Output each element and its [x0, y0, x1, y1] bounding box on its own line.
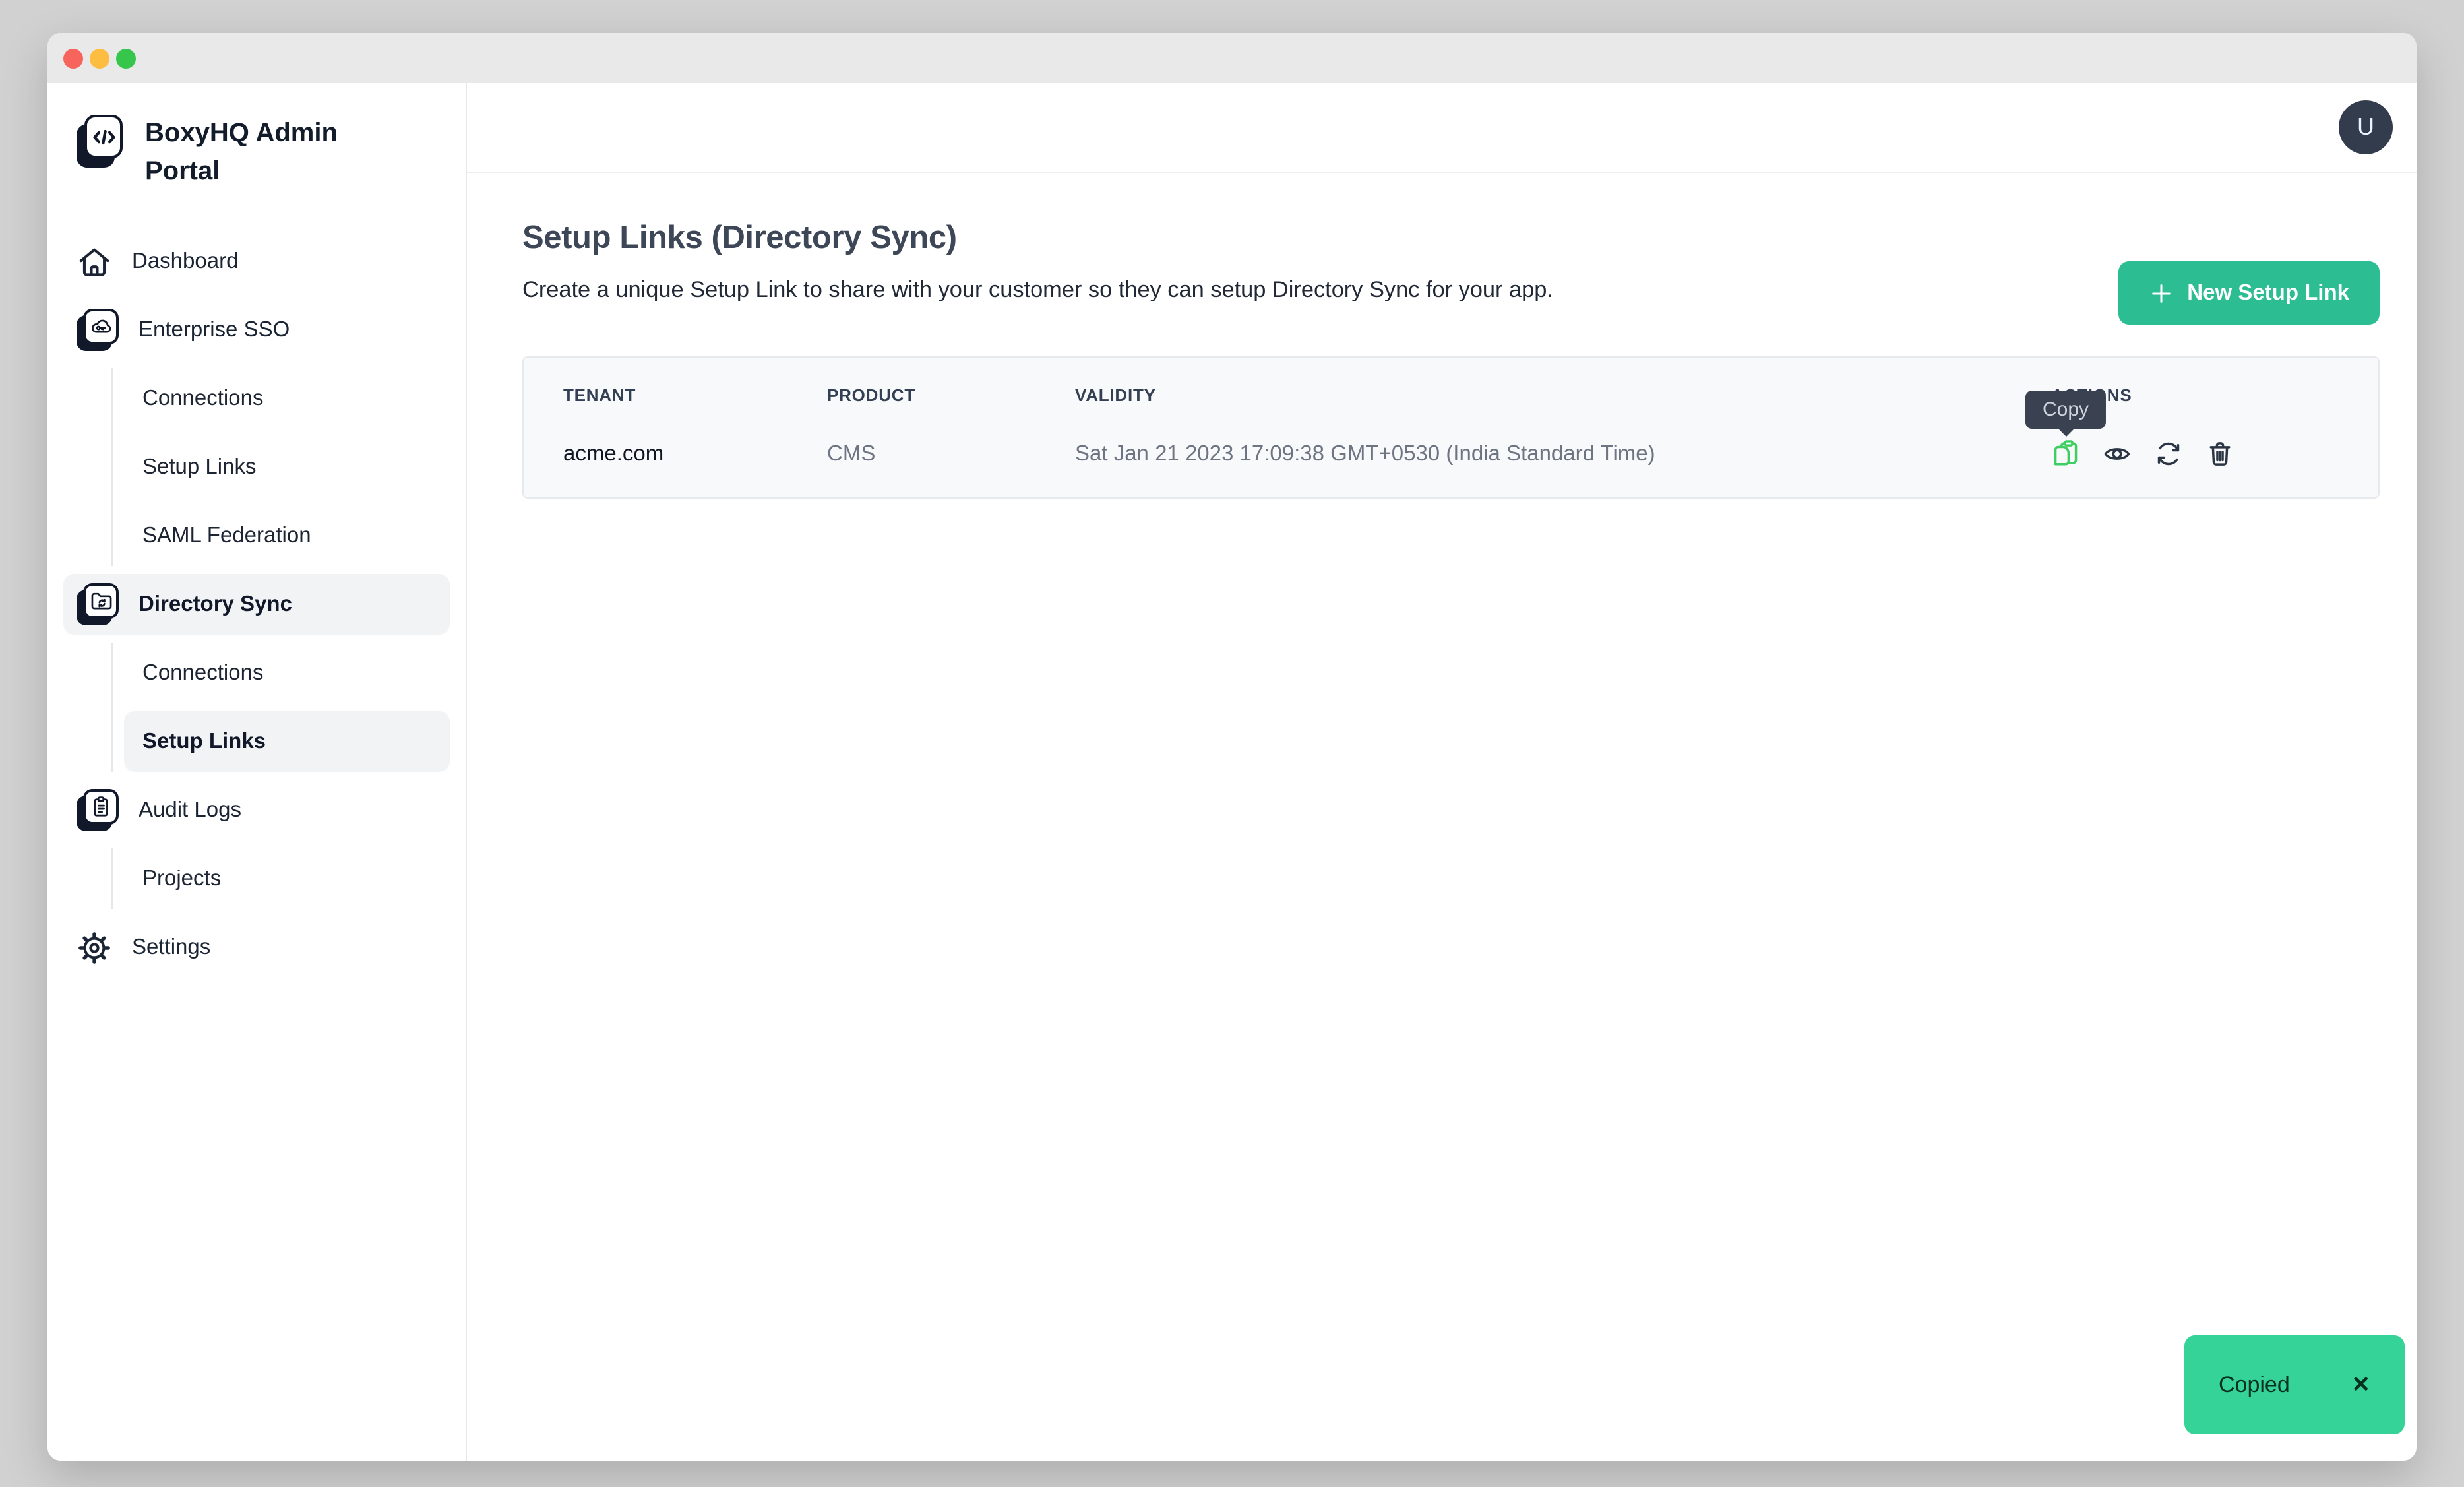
- main-content: Setup Links (Directory Sync) Create a un…: [467, 173, 2417, 1461]
- refresh-icon: [2154, 439, 2183, 468]
- avatar-letter: U: [2357, 113, 2374, 141]
- sidebar-item-sso-setup-links[interactable]: Setup Links: [124, 437, 450, 497]
- plus-icon: [2149, 280, 2174, 305]
- window-zoom-button[interactable]: [116, 48, 136, 68]
- sidebar-item-dsync-connections[interactable]: Connections: [124, 643, 450, 703]
- sidebar-item-label: Setup Links: [142, 729, 266, 754]
- sidebar-item-sso-connections[interactable]: Connections: [124, 368, 450, 429]
- sidebar-item-label: Setup Links: [142, 455, 256, 480]
- folder-sync-icon: [77, 583, 119, 625]
- cloud-key-icon: [77, 309, 119, 351]
- trash-icon: [2205, 439, 2234, 468]
- sidebar: BoxyHQ Admin Portal Dashboard: [47, 83, 467, 1461]
- screen: BoxyHQ Admin Portal Dashboard: [0, 0, 2464, 1487]
- delete-link-button[interactable]: [2205, 439, 2234, 468]
- code-keycap-icon: [77, 115, 124, 168]
- new-setup-link-label: New Setup Link: [2187, 280, 2349, 305]
- cell-tenant: acme.com: [563, 441, 827, 466]
- app-logo[interactable]: BoxyHQ Admin Portal: [63, 110, 450, 191]
- regenerate-link-button[interactable]: [2154, 439, 2183, 468]
- sidebar-nav: Dashboard Enterprise SSO: [63, 231, 450, 978]
- sidebar-item-dashboard[interactable]: Dashboard: [63, 231, 450, 292]
- sidebar-item-audit-logs[interactable]: Audit Logs: [63, 780, 450, 840]
- setup-links-table: TENANT PRODUCT VALIDITY ACTIONS acme.com…: [522, 356, 2380, 499]
- gear-icon: [77, 930, 112, 965]
- page-description: Create a unique Setup Link to share with…: [522, 276, 2380, 303]
- sidebar-item-label: Dashboard: [132, 249, 238, 274]
- sidebar-item-label: SAML Federation: [142, 523, 311, 548]
- sidebar-item-label: Audit Logs: [139, 798, 241, 823]
- copy-tooltip: Copy: [2025, 391, 2106, 429]
- copy-link-button[interactable]: Copy: [2051, 439, 2080, 468]
- sidebar-item-dsync-setup-links[interactable]: Setup Links: [124, 711, 450, 772]
- column-header-tenant: TENANT: [563, 385, 827, 405]
- user-avatar[interactable]: U: [2339, 100, 2393, 154]
- new-setup-link-button[interactable]: New Setup Link: [2118, 261, 2380, 325]
- row-actions: Copy: [2051, 439, 2339, 468]
- window-close-button[interactable]: [63, 48, 83, 68]
- cell-product: CMS: [827, 441, 1075, 466]
- page-title: Setup Links (Directory Sync): [522, 220, 2380, 257]
- app-title: BoxyHQ Admin Portal: [145, 115, 356, 191]
- sidebar-item-enterprise-sso[interactable]: Enterprise SSO: [63, 300, 450, 360]
- home-icon: [77, 243, 112, 279]
- column-header-validity: VALIDITY: [1075, 385, 2051, 405]
- sidebar-item-label: Settings: [132, 935, 210, 960]
- view-link-button[interactable]: [2103, 439, 2132, 468]
- sidebar-item-saml-federation[interactable]: SAML Federation: [124, 505, 450, 566]
- clipboard-list-icon: [77, 789, 119, 831]
- sidebar-item-label: Connections: [142, 660, 263, 685]
- column-header-product: PRODUCT: [827, 385, 1075, 405]
- cell-validity: Sat Jan 21 2023 17:09:38 GMT+0530 (India…: [1075, 441, 2051, 466]
- app-window: BoxyHQ Admin Portal Dashboard: [47, 33, 2417, 1461]
- close-icon[interactable]: ✕: [2352, 1372, 2371, 1398]
- window-titlebar: [47, 33, 2417, 83]
- sidebar-item-label: Connections: [142, 386, 263, 411]
- toast-message: Copied: [2219, 1372, 2290, 1398]
- audit-logs-sublist: Projects: [111, 848, 450, 909]
- directory-sync-sublist: Connections Setup Links: [111, 643, 450, 772]
- eye-icon: [2103, 439, 2132, 468]
- sidebar-item-directory-sync[interactable]: Directory Sync: [63, 574, 450, 635]
- enterprise-sso-sublist: Connections Setup Links SAML Federation: [111, 368, 450, 566]
- sidebar-item-label: Projects: [142, 866, 221, 891]
- sidebar-item-projects[interactable]: Projects: [124, 848, 450, 909]
- copied-toast: Copied ✕: [2184, 1335, 2405, 1434]
- sidebar-item-label: Directory Sync: [139, 592, 292, 617]
- sidebar-item-settings[interactable]: Settings: [63, 917, 450, 978]
- table-row: acme.com CMS Sat Jan 21 2023 17:09:38 GM…: [563, 421, 2339, 497]
- top-header-bar: U: [467, 83, 2417, 173]
- sidebar-item-label: Enterprise SSO: [139, 317, 290, 342]
- window-minimize-button[interactable]: [90, 48, 109, 68]
